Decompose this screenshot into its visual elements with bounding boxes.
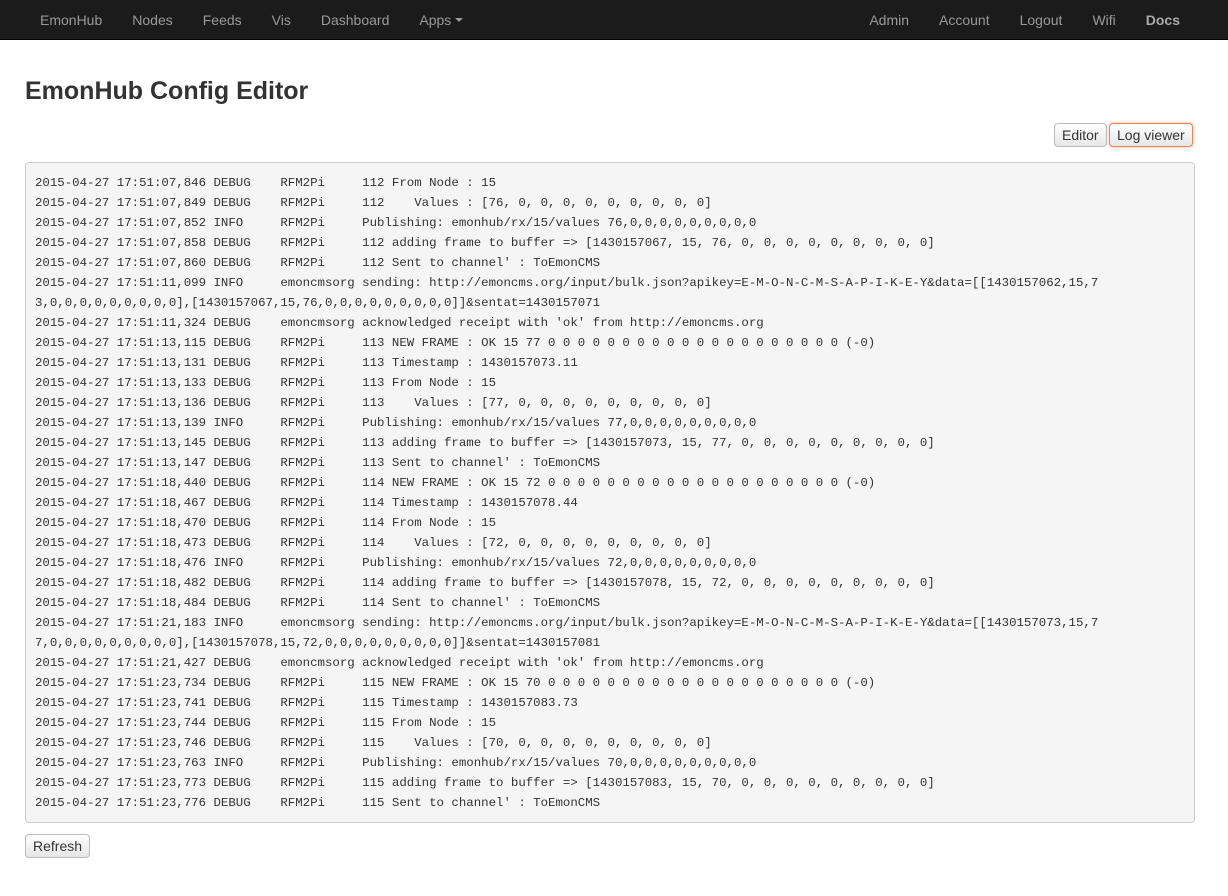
log-line: 2015-04-27 17:51:07,860 DEBUG RFM2Pi 112… xyxy=(35,256,601,270)
log-viewer-button[interactable]: Log viewer xyxy=(1109,123,1193,147)
nav-apps-dropdown[interactable]: Apps xyxy=(404,0,478,40)
nav-dashboard[interactable]: Dashboard xyxy=(306,0,405,40)
log-line: 2015-04-27 17:51:07,852 INFO RFM2Pi Publ… xyxy=(35,216,757,230)
editor-button[interactable]: Editor xyxy=(1054,123,1107,147)
log-line: 2015-04-27 17:51:07,846 DEBUG RFM2Pi 112… xyxy=(35,176,497,190)
log-line: 2015-04-27 17:51:23,763 INFO RFM2Pi Publ… xyxy=(35,756,757,770)
log-line: 2015-04-27 17:51:18,476 INFO RFM2Pi Publ… xyxy=(35,556,757,570)
page-title: EmonHub Config Editor xyxy=(25,77,309,105)
log-line: 7,0,0,0,0,0,0,0,0,0],[1430157078,15,72,0… xyxy=(35,636,601,650)
log-line: 2015-04-27 17:51:18,467 DEBUG RFM2Pi 114… xyxy=(35,496,578,510)
nav-apps-label: Apps xyxy=(419,12,452,28)
log-line: 2015-04-27 17:51:23,746 DEBUG RFM2Pi 115… xyxy=(35,736,712,750)
nav-wifi[interactable]: Wifi xyxy=(1077,0,1130,40)
log-line: 2015-04-27 17:51:18,473 DEBUG RFM2Pi 114… xyxy=(35,536,712,550)
log-line: 2015-04-27 17:51:23,741 DEBUG RFM2Pi 115… xyxy=(35,696,578,710)
log-line: 2015-04-27 17:51:18,440 DEBUG RFM2Pi 114… xyxy=(35,476,876,490)
log-line: 2015-04-27 17:51:13,136 DEBUG RFM2Pi 113… xyxy=(35,396,712,410)
nav-left-group: EmonHub Nodes Feeds Vis Dashboard Apps xyxy=(25,0,478,40)
log-line: 3,0,0,0,0,0,0,0,0,0],[1430157067,15,76,0… xyxy=(35,296,601,310)
nav-logout[interactable]: Logout xyxy=(1005,0,1078,40)
nav-account[interactable]: Account xyxy=(924,0,1005,40)
log-line: 2015-04-27 17:51:07,858 DEBUG RFM2Pi 112… xyxy=(35,236,935,250)
nav-docs[interactable]: Docs xyxy=(1131,0,1195,40)
nav-right-group: Admin Account Logout Wifi Docs xyxy=(854,0,1195,40)
log-line: 2015-04-27 17:51:07,849 DEBUG RFM2Pi 112… xyxy=(35,196,712,210)
caret-down-icon xyxy=(455,18,464,23)
log-line: 2015-04-27 17:51:18,484 DEBUG RFM2Pi 114… xyxy=(35,596,601,610)
nav-feeds[interactable]: Feeds xyxy=(188,0,257,40)
log-line: 2015-04-27 17:51:21,427 DEBUG emoncmsorg… xyxy=(35,656,764,670)
log-line: 2015-04-27 17:51:23,734 DEBUG RFM2Pi 115… xyxy=(35,676,876,690)
nav-vis[interactable]: Vis xyxy=(257,0,306,40)
log-line: 2015-04-27 17:51:13,145 DEBUG RFM2Pi 113… xyxy=(35,436,935,450)
log-line: 2015-04-27 17:51:13,131 DEBUG RFM2Pi 113… xyxy=(35,356,578,370)
log-line: 2015-04-27 17:51:23,776 DEBUG RFM2Pi 115… xyxy=(35,796,601,810)
log-line: 2015-04-27 17:51:13,147 DEBUG RFM2Pi 113… xyxy=(35,456,601,470)
log-line: 2015-04-27 17:51:23,744 DEBUG RFM2Pi 115… xyxy=(35,716,497,730)
log-line: 2015-04-27 17:51:18,482 DEBUG RFM2Pi 114… xyxy=(35,576,935,590)
log-line: 2015-04-27 17:51:11,324 DEBUG emoncmsorg… xyxy=(35,316,764,330)
log-viewer-panel[interactable]: 2015-04-27 17:51:07,846 DEBUG RFM2Pi 112… xyxy=(25,162,1195,823)
top-navbar: EmonHub Nodes Feeds Vis Dashboard Apps A… xyxy=(0,0,1228,40)
nav-admin[interactable]: Admin xyxy=(854,0,924,40)
nav-nodes[interactable]: Nodes xyxy=(117,0,187,40)
log-line: 2015-04-27 17:51:21,183 INFO emoncmsorg … xyxy=(35,616,1099,630)
log-line: 2015-04-27 17:51:13,115 DEBUG RFM2Pi 113… xyxy=(35,336,876,350)
log-line: 2015-04-27 17:51:18,470 DEBUG RFM2Pi 114… xyxy=(35,516,497,530)
refresh-button[interactable]: Refresh xyxy=(25,834,91,858)
log-line: 2015-04-27 17:51:13,139 INFO RFM2Pi Publ… xyxy=(35,416,757,430)
log-line: 2015-04-27 17:51:13,133 DEBUG RFM2Pi 113… xyxy=(35,376,497,390)
nav-emonhub[interactable]: EmonHub xyxy=(25,0,117,40)
log-line: 2015-04-27 17:51:11,099 INFO emoncmsorg … xyxy=(35,276,1099,290)
log-line: 2015-04-27 17:51:23,773 DEBUG RFM2Pi 115… xyxy=(35,776,935,790)
